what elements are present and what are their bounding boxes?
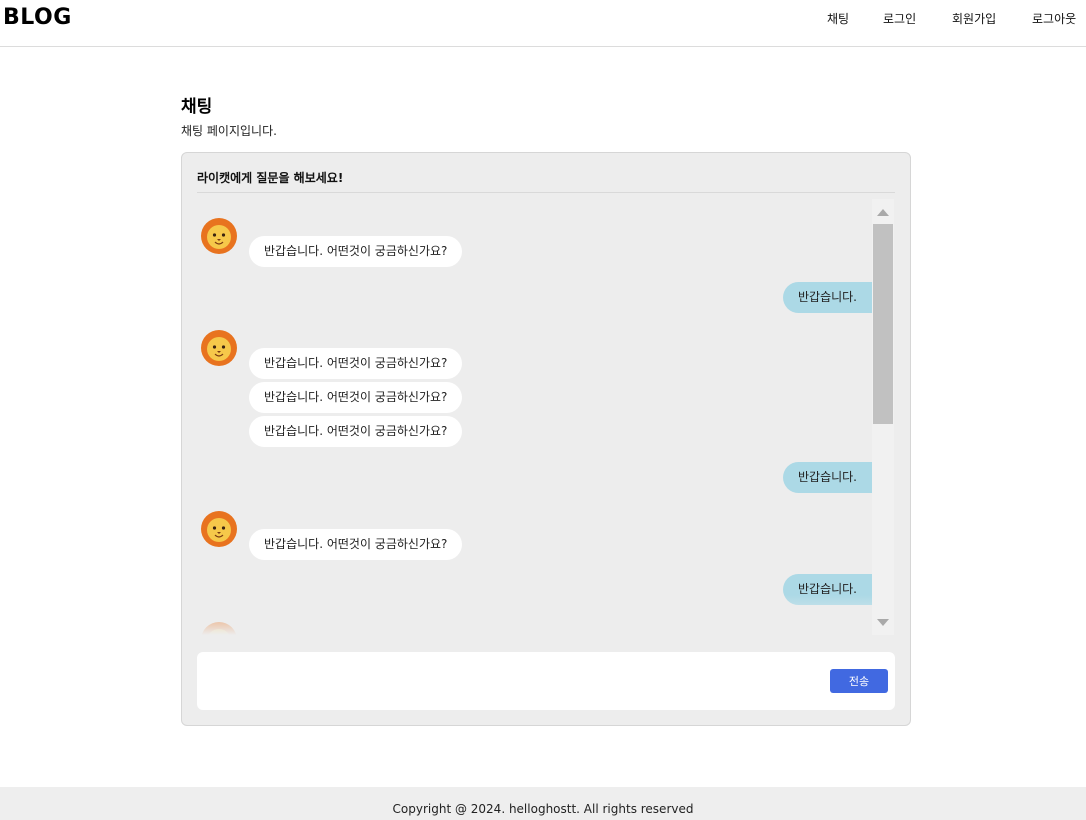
user-message-bubble: 반갑습니다. (782, 462, 872, 493)
lion-cat-icon (200, 217, 238, 255)
bot-message-bubble: 반갑습니다. 어떤것이 궁금하신가요? (249, 382, 463, 413)
lion-cat-icon (200, 621, 238, 635)
lion-cat-icon (200, 510, 238, 548)
message-scrollbar[interactable] (872, 199, 894, 635)
user-message-bubble: 반갑습니다. (782, 574, 872, 605)
scroll-down-arrow-icon[interactable] (877, 619, 889, 626)
copyright-text: Copyright @ 2024. helloghostt. All right… (392, 802, 694, 816)
message-input[interactable] (207, 662, 817, 700)
scrollbar-thumb[interactable] (873, 224, 893, 424)
footer: Copyright @ 2024. helloghostt. All right… (0, 787, 1086, 820)
top-navigation-bar: BLOG 채팅 로그인 회원가입 로그아웃 (0, 0, 1086, 47)
send-button[interactable]: 전송 (830, 669, 888, 693)
page-description: 채팅 페이지입니다. (181, 124, 277, 138)
chat-panel: 라이캣에게 질문을 해보세요! 반갑습니다. 어떤것이 궁금하신가요? 반갑습니… (181, 152, 911, 726)
chat-header: 라이캣에게 질문을 해보세요! (197, 169, 895, 193)
nav-link-chat[interactable]: 채팅 (827, 10, 849, 27)
scroll-up-arrow-icon[interactable] (877, 209, 889, 216)
user-message-bubble: 반갑습니다. (782, 282, 872, 313)
message-list[interactable]: 반갑습니다. 어떤것이 궁금하신가요? 반갑습니다. 반갑습니다. 어떤것이 궁… (197, 199, 872, 635)
bot-message-bubble: 반갑습니다. 어떤것이 궁금하신가요? (249, 348, 463, 379)
bot-message-bubble: 반갑습니다. 어떤것이 궁금하신가요? (249, 529, 463, 560)
nav-link-signup[interactable]: 회원가입 (952, 10, 996, 27)
site-logo[interactable]: BLOG (3, 5, 72, 30)
bot-message-bubble: 반갑습니다. 어떤것이 궁금하신가요? (249, 236, 463, 267)
message-composer: 전송 (197, 652, 895, 710)
nav-link-login[interactable]: 로그인 (883, 10, 916, 27)
bot-message-bubble: 반갑습니다. 어떤것이 궁금하신가요? (249, 416, 463, 447)
nav-link-logout[interactable]: 로그아웃 (1032, 10, 1076, 27)
lion-cat-icon (200, 329, 238, 367)
page-title: 채팅 (181, 97, 213, 117)
